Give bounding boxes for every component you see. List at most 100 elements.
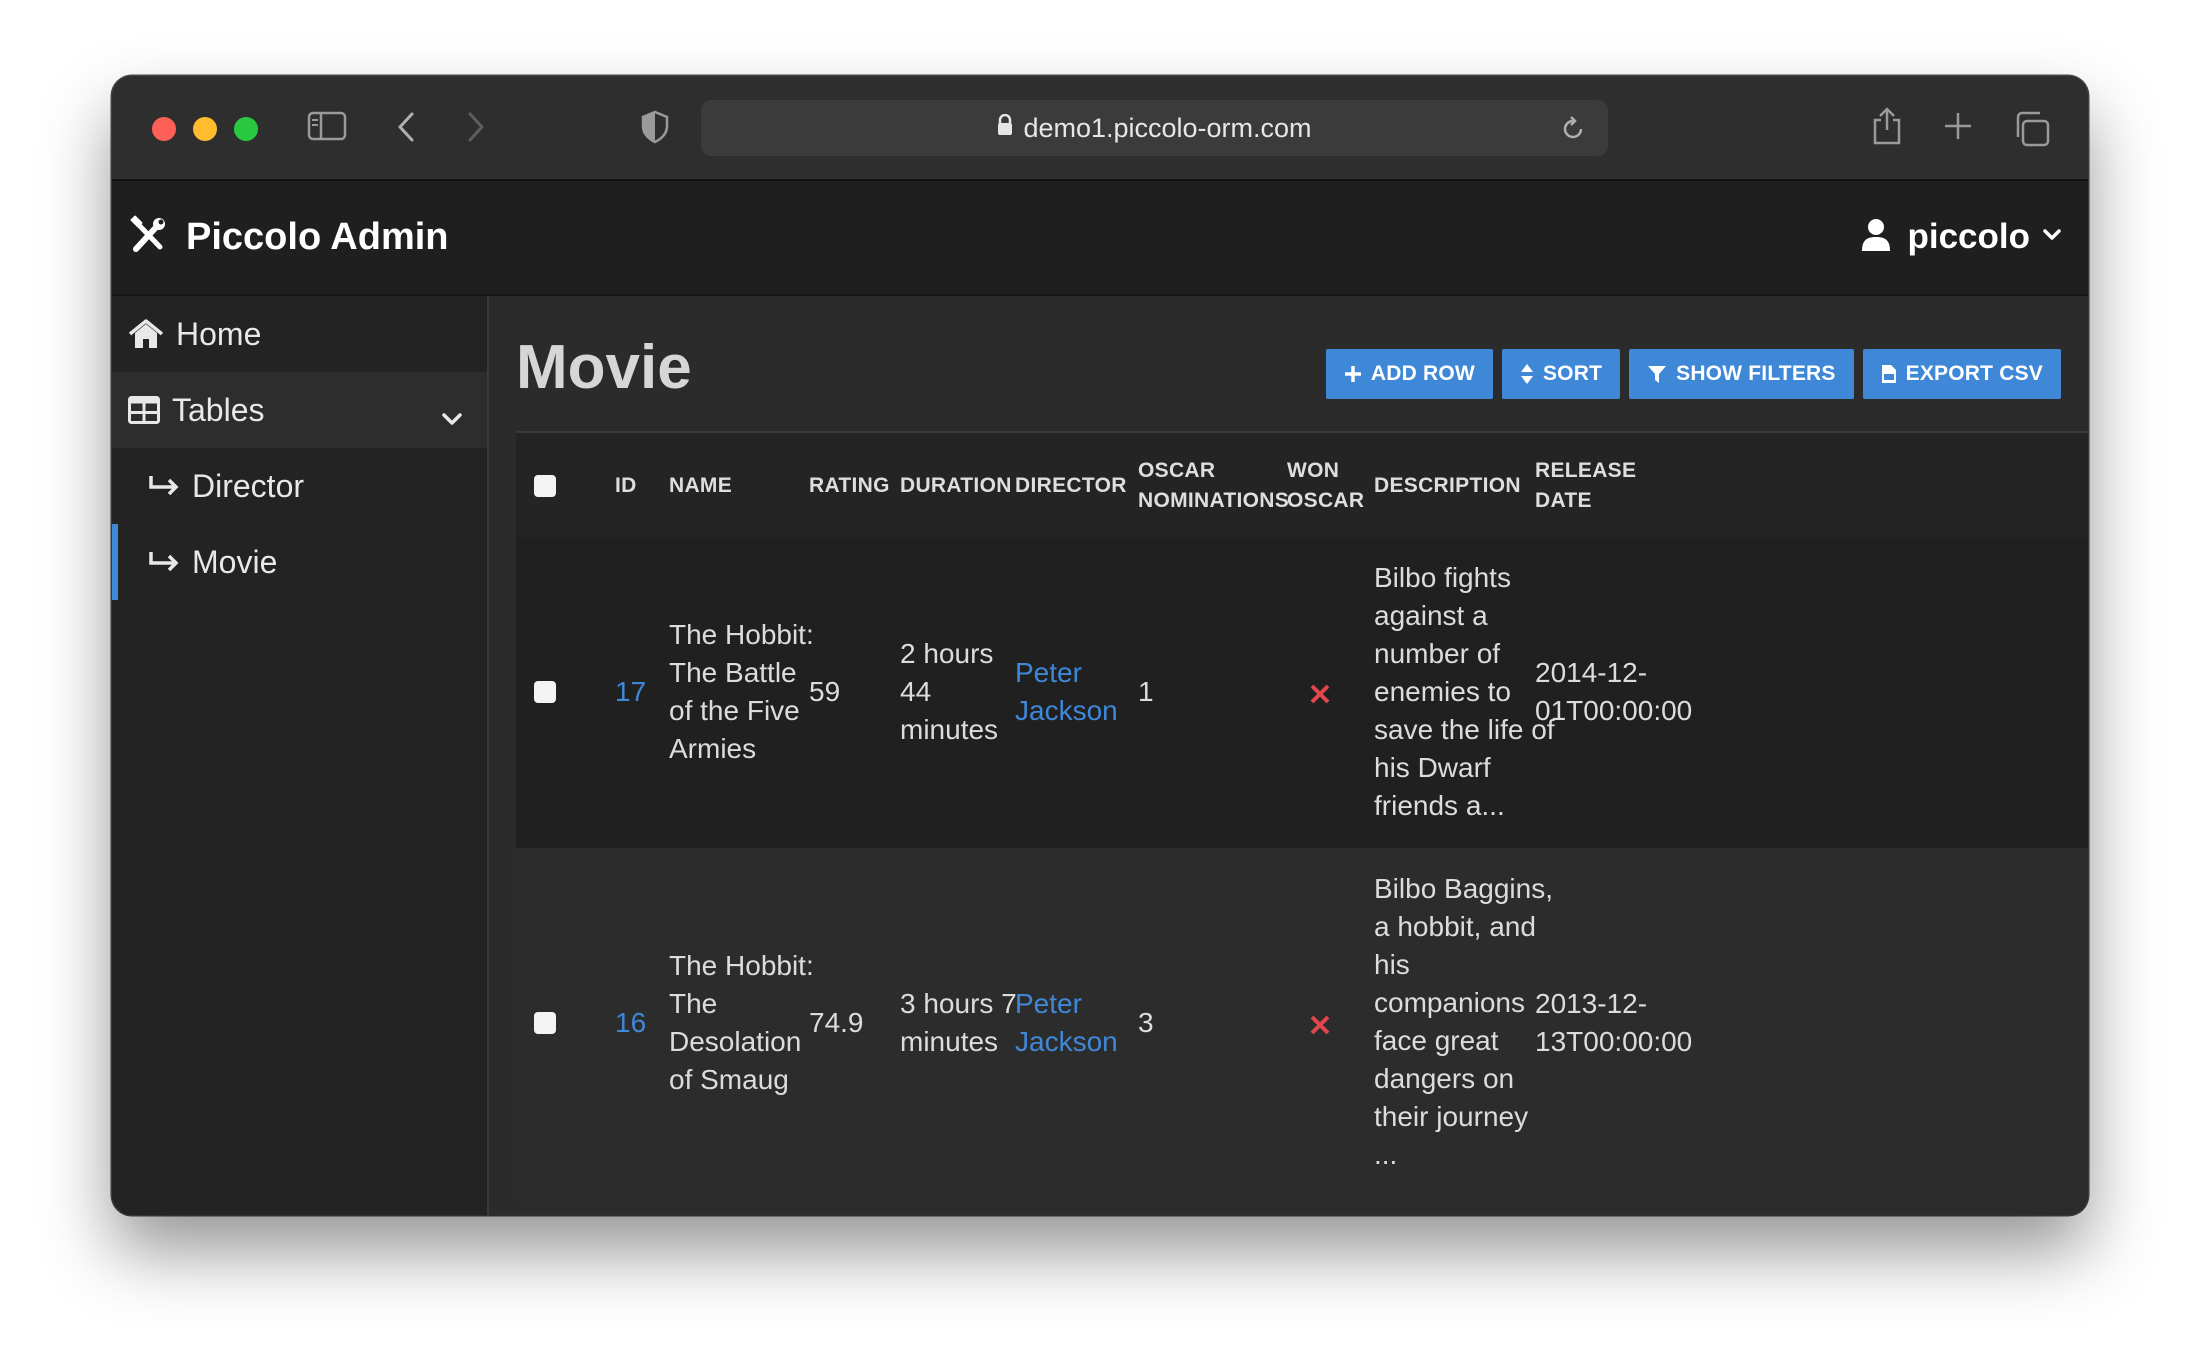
cell-oscar-nominations: 1 (1138, 676, 1154, 707)
text-line: his Dwarf (1374, 752, 1491, 783)
sidebar-item-director[interactable]: Director (112, 448, 487, 524)
close-window-button[interactable] (152, 117, 176, 141)
csv-icon (1881, 365, 1896, 383)
row-id-link[interactable]: 16 (615, 1004, 646, 1042)
text-line: their journey (1374, 1101, 1529, 1132)
text-line: minutes (900, 714, 999, 745)
sidebar-item-tables[interactable]: Tables (112, 372, 487, 448)
sub-arrow-icon (148, 550, 180, 574)
text-line: Peter (1015, 657, 1082, 688)
text-line: The Hobbit: (669, 619, 814, 650)
row-checkbox[interactable] (534, 681, 556, 703)
add-row-button[interactable]: ADD ROW (1325, 349, 1493, 399)
reload-icon[interactable] (1560, 114, 1586, 147)
browser-window: demo1.piccolo-orm.com Piccolo Admin picc… (112, 76, 2088, 1215)
table-row[interactable]: 17 The Hobbit: The Battle of the Five Ar… (516, 537, 2088, 848)
tabs-icon[interactable] (2012, 110, 2052, 153)
column-header-description[interactable]: DESCRIPTION (1374, 471, 1521, 501)
column-header-rating[interactable]: RATING (809, 471, 890, 501)
text-line: his (1374, 949, 1410, 980)
header-line: OSCAR (1138, 459, 1216, 482)
url-text: demo1.piccolo-orm.com (1023, 113, 1312, 143)
text-line: number of (1374, 638, 1501, 669)
header-line: DATE (1535, 489, 1592, 512)
select-all-checkbox[interactable] (534, 475, 556, 497)
sidebar-item-label: Director (192, 467, 305, 504)
row-checkbox[interactable] (534, 1012, 556, 1034)
column-header-id[interactable]: ID (615, 471, 637, 501)
text-line: a hobbit, and (1374, 911, 1536, 942)
brand-title: Piccolo Admin (186, 215, 449, 258)
text-line: Peter (1015, 988, 1082, 1019)
text-line: friends a... (1374, 790, 1505, 821)
add-row-label: ADD ROW (1370, 362, 1475, 385)
filter-icon (1648, 366, 1667, 383)
export-csv-label: EXPORT CSV (1905, 362, 2043, 385)
text-line: against a (1374, 600, 1488, 631)
text-line: 2013-12- (1535, 988, 1648, 1019)
cell-release-date: 2014-12- 01T00:00:00 (1535, 654, 1692, 730)
address-bar[interactable]: demo1.piccolo-orm.com (701, 100, 1608, 156)
sidebar-icon[interactable] (307, 110, 347, 147)
sidebar-item-movie[interactable]: Movie (112, 524, 487, 600)
table-header: ID NAME RATING DURATION DIRECTOR OSCAR N… (516, 431, 2088, 539)
text-line: The Battle (669, 657, 797, 688)
text-line: Jackson (1015, 695, 1118, 726)
new-tab-icon[interactable] (1942, 110, 1974, 147)
sidebar-item-home[interactable]: Home (112, 296, 487, 372)
column-header-name[interactable]: NAME (669, 471, 732, 501)
column-header-duration[interactable]: DURATION (900, 471, 1012, 501)
chevron-down-icon (441, 398, 463, 435)
cell-release-date: 2013-12- 13T00:00:00 (1535, 985, 1692, 1061)
user-icon (1861, 218, 1891, 257)
column-header-oscar-nominations[interactable]: OSCAR NOMINATIONS (1138, 456, 1289, 516)
minimize-window-button[interactable] (193, 117, 217, 141)
column-header-director[interactable]: DIRECTOR (1015, 471, 1127, 501)
text-line: of Smaug (669, 1064, 789, 1095)
text-line: Jackson (1015, 1026, 1118, 1057)
back-icon[interactable] (394, 110, 418, 149)
cell-description: Bilbo Baggins, a hobbit, and his compani… (1374, 870, 1553, 1174)
zoom-window-button[interactable] (234, 117, 258, 141)
lock-icon (997, 99, 1013, 155)
sidebar: Home Tables Director Movie (112, 296, 489, 1215)
text-line: 01T00:00:00 (1535, 695, 1693, 726)
table-row[interactable]: 16 The Hobbit: The Desolation of Smaug 7… (516, 848, 2088, 1204)
director-link[interactable]: Peter Jackson (1015, 985, 1118, 1061)
header-line: OSCAR (1287, 489, 1365, 512)
show-filters-button[interactable]: SHOW FILTERS (1629, 349, 1854, 399)
home-icon (128, 319, 164, 349)
text-line: dangers on (1374, 1063, 1515, 1094)
chevron-down-icon (2042, 228, 2062, 247)
table-icon (128, 396, 160, 424)
cell-name: The Hobbit: The Battle of the Five Armie… (669, 616, 814, 768)
cell-rating: 74.9 (809, 1007, 864, 1038)
column-header-release-date[interactable]: RELEASE DATE (1535, 456, 1636, 516)
shield-icon[interactable] (640, 110, 670, 149)
cell-description: Bilbo fights against a number of enemies… (1374, 559, 1555, 825)
forward-icon[interactable] (464, 110, 488, 149)
text-line: 3 hours 7 (900, 988, 1017, 1019)
sort-button[interactable]: SORT (1501, 349, 1621, 399)
share-icon[interactable] (1870, 106, 1904, 151)
tools-icon (128, 215, 168, 260)
row-id-link[interactable]: 17 (615, 673, 646, 711)
browser-toolbar: demo1.piccolo-orm.com (112, 76, 2088, 181)
text-line: enemies to (1374, 676, 1511, 707)
text-line: The Hobbit: (669, 950, 814, 981)
export-csv-button[interactable]: EXPORT CSV (1862, 349, 2061, 399)
text-line: The (669, 988, 718, 1019)
toolbar: ADD ROW SORT SHOW FILTERS EXPORT CSV (1325, 349, 2061, 399)
text-line: 44 (900, 676, 932, 707)
text-line: 13T00:00:00 (1535, 1026, 1693, 1057)
text-line: Bilbo fights (1374, 562, 1511, 593)
app-header: Piccolo Admin piccolo (112, 181, 2088, 296)
cross-icon (1310, 684, 1330, 709)
brand-link[interactable]: Piccolo Admin (128, 215, 449, 259)
text-line: ... (1374, 1139, 1398, 1170)
column-header-won-oscar[interactable]: WON OSCAR (1287, 456, 1364, 516)
director-link[interactable]: Peter Jackson (1015, 654, 1118, 730)
text-line: Desolation (669, 1026, 802, 1057)
header-line: WON (1287, 459, 1340, 482)
user-menu[interactable]: piccolo (1861, 215, 2062, 259)
